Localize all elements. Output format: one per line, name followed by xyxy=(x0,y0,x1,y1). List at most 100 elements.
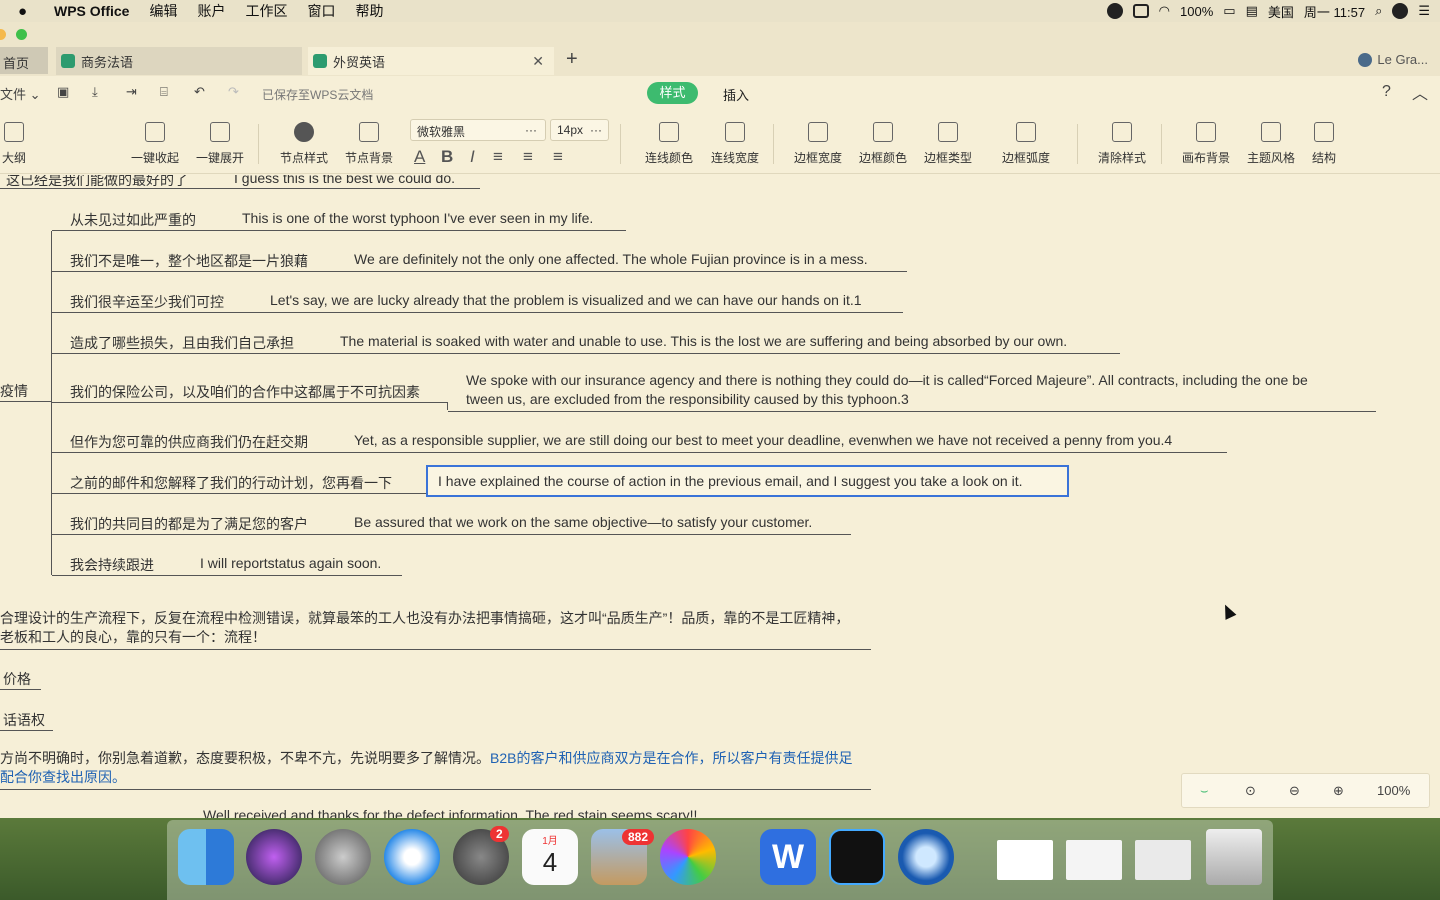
kindle-icon[interactable] xyxy=(829,829,885,885)
spotlight-icon[interactable]: ⌕ xyxy=(1375,3,1382,19)
ribbon-divider xyxy=(258,124,259,164)
italic-icon[interactable]: I xyxy=(470,147,475,167)
paragraph-node[interactable]: 方尚不明确时，你别急着道歉，态度要积极，不卑不亢，先说明要多了解情况。B2B的客… xyxy=(0,749,852,787)
clear-style-button[interactable]: 清除样式 xyxy=(1098,122,1146,166)
download-icon[interactable]: ⤓ xyxy=(92,84,98,100)
zoom-window-button[interactable] xyxy=(16,29,27,40)
border-color-button[interactable]: 边框颜色 xyxy=(859,122,907,166)
minimized-window-thumbnail[interactable] xyxy=(997,840,1053,880)
minimized-window-thumbnail[interactable] xyxy=(1066,840,1122,880)
finder-icon[interactable] xyxy=(178,829,234,885)
border-radius-button[interactable]: 边框弧度 xyxy=(1002,122,1050,166)
zoom-level[interactable]: 100% xyxy=(1377,783,1410,798)
border-width-label: 边框宽度 xyxy=(794,151,843,165)
input-method[interactable]: 美国 xyxy=(1268,2,1294,21)
record-icon[interactable] xyxy=(1106,3,1123,19)
paragraph-node[interactable]: 合理设计的生产流程下，反复在流程中检测错误，就算最笨的工人也没有办法把事情搞砸，… xyxy=(0,609,849,647)
structure-button[interactable]: 结构 xyxy=(1312,122,1336,166)
node-underline xyxy=(52,534,851,535)
help-icon[interactable]: ? xyxy=(1382,83,1391,101)
battery-icon[interactable]: ▭ xyxy=(1223,3,1235,19)
node-english: This is one of the worst typhoon I've ev… xyxy=(242,210,594,226)
collapse-all-button[interactable]: 一键收起 xyxy=(131,122,179,166)
font-color-icon[interactable]: A xyxy=(414,147,425,167)
node-english: Let's say, we are lucky already that the… xyxy=(270,292,862,308)
export-icon[interactable]: ⇥ xyxy=(126,84,137,100)
menu-item-account[interactable]: 账户 xyxy=(197,1,225,21)
tab-business-french[interactable]: 商务法语 xyxy=(56,47,302,75)
node-underline xyxy=(52,230,626,231)
node-style-button[interactable]: 节点样式 xyxy=(280,122,328,166)
clear-style-icon xyxy=(1112,122,1132,142)
minus-box-icon xyxy=(145,122,165,142)
clock[interactable]: 周一 11:57 xyxy=(1304,2,1365,21)
node-underline xyxy=(0,789,871,790)
menu-item-help[interactable]: 帮助 xyxy=(355,1,383,21)
menu-app-name[interactable]: WPS Office xyxy=(54,3,129,19)
quick-toolbar: 文件 ⌄ ▣ ⤓ ⇥ ⌸ ↶ ↷ xyxy=(0,78,1440,110)
ribbon-divider xyxy=(1161,124,1162,164)
redo-icon[interactable]: ↷ xyxy=(228,84,239,100)
launchpad-icon[interactable] xyxy=(315,829,371,885)
eye-icon[interactable]: ⌣ xyxy=(1200,783,1209,799)
bold-icon[interactable]: B xyxy=(441,147,453,167)
siri-icon[interactable] xyxy=(1392,3,1409,19)
tab-insert[interactable]: 插入 xyxy=(723,85,749,104)
mindmap-node-discourse[interactable]: 话语权 xyxy=(3,710,45,730)
safari-icon[interactable] xyxy=(384,829,440,885)
minimized-window-thumbnail[interactable] xyxy=(1135,840,1191,880)
format-painter-icon[interactable]: ⌸ xyxy=(160,84,168,100)
align-left-icon[interactable]: ≡ xyxy=(493,147,503,167)
undo-icon[interactable]: ↶ xyxy=(194,84,205,100)
border-width-icon xyxy=(808,122,828,142)
apple-icon[interactable]: ● xyxy=(18,3,36,20)
collapse-ribbon-icon[interactable]: ︿ xyxy=(1412,80,1428,104)
menu-item-edit[interactable]: 编辑 xyxy=(149,1,177,21)
theme-style-button[interactable]: 主题风格 xyxy=(1247,122,1295,166)
quicktime-icon[interactable] xyxy=(898,829,954,885)
node-chinese: 之前的邮件和您解释了我们的行动计划，您再看一下 xyxy=(70,475,392,491)
font-size-select[interactable]: 14px ··· xyxy=(550,119,609,141)
menu-item-workspace[interactable]: 工作区 xyxy=(245,1,287,21)
node-english: I guess this is the best we could do. xyxy=(234,175,456,186)
user-account[interactable]: Le Gra... xyxy=(1358,52,1428,67)
align-center-icon[interactable]: ≡ xyxy=(523,147,533,167)
tab-home[interactable]: 首页 xyxy=(0,47,48,74)
outline-button[interactable]: 大纲 xyxy=(2,122,26,166)
mindmap-parent-node[interactable]: 疫情 xyxy=(0,381,28,401)
tab-style[interactable]: 样式 xyxy=(647,82,698,104)
node-underline xyxy=(52,353,1120,354)
wps-status-icon[interactable] xyxy=(1132,4,1149,18)
wps-office-icon[interactable]: W xyxy=(760,829,816,885)
border-width-button[interactable]: 边框宽度 xyxy=(794,122,842,166)
file-menu-button[interactable]: 文件 ⌄ xyxy=(0,84,41,103)
mindmap-doc-icon xyxy=(61,54,75,68)
photos-icon[interactable] xyxy=(660,829,716,885)
line-color-button[interactable]: 连线颜色 xyxy=(645,122,693,166)
save-icon[interactable]: ▣ xyxy=(57,84,69,100)
siri-icon[interactable] xyxy=(246,829,302,885)
zoom-in-icon[interactable]: ⊕ xyxy=(1333,783,1344,799)
node-english: I have explained the course of action in… xyxy=(438,473,1023,489)
border-radius-icon xyxy=(1016,122,1036,142)
align-right-icon[interactable]: ≡ xyxy=(553,147,563,167)
menu-item-window[interactable]: 窗口 xyxy=(307,1,335,21)
border-type-button[interactable]: 边框类型 xyxy=(924,122,972,166)
node-background-button[interactable]: 节点背景 xyxy=(345,122,393,166)
add-tab-button[interactable]: + xyxy=(566,48,578,71)
trash-icon[interactable] xyxy=(1206,829,1262,885)
zoom-out-icon[interactable]: ⊖ xyxy=(1289,783,1300,799)
wifi-icon[interactable]: ◠ xyxy=(1159,3,1170,19)
tab-foreign-trade-english[interactable]: 外贸英语 ✕ xyxy=(308,47,554,75)
line-width-button[interactable]: 连线宽度 xyxy=(711,122,759,166)
mindmap-node-partial[interactable]: Well received and thanks for the defect … xyxy=(203,807,697,818)
notification-center-icon[interactable]: ☰ xyxy=(1418,3,1430,19)
calendar-icon[interactable]: 1月 4 xyxy=(522,829,578,885)
mindmap-node-price[interactable]: 价格 xyxy=(3,669,31,689)
expand-all-button[interactable]: 一键展开 xyxy=(196,122,244,166)
canvas-background-button[interactable]: 画布背景 xyxy=(1182,122,1230,166)
mindmap-canvas[interactable]: 这已经是我们能做的最好的了 I guess this is the best w… xyxy=(0,175,1440,818)
font-family-select[interactable]: 微软雅黑 ··· xyxy=(410,119,546,141)
close-icon[interactable]: ✕ xyxy=(532,53,544,70)
locate-icon[interactable]: ⊙ xyxy=(1245,783,1256,799)
